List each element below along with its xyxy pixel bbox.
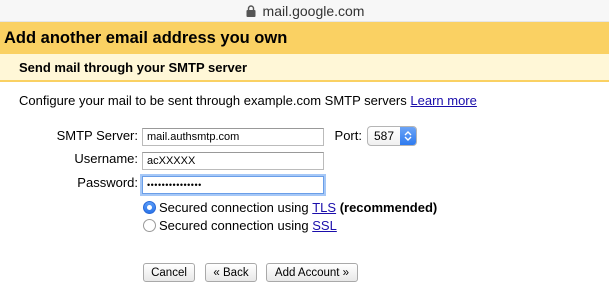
add-account-button[interactable]: Add Account »	[266, 263, 358, 282]
select-arrows-icon	[400, 127, 416, 145]
ssl-option[interactable]: Secured connection using SSL	[143, 218, 337, 233]
ssl-radio[interactable]	[143, 219, 156, 232]
cancel-button[interactable]: Cancel	[143, 263, 195, 282]
smtp-server-input[interactable]: mail.authsmtp.com	[142, 128, 324, 146]
ssl-label: Secured connection using	[159, 218, 309, 233]
username-label: Username:	[74, 151, 138, 166]
lock-icon	[246, 4, 256, 17]
password-label: Password:	[77, 175, 138, 190]
address-bar[interactable]: mail.google.com	[0, 0, 609, 22]
tls-label: Secured connection using	[159, 200, 309, 215]
description-text: Configure your mail to be sent through e…	[19, 93, 411, 108]
dialog-subtitle: Send mail through your SMTP server	[0, 54, 609, 82]
tls-link[interactable]: TLS	[312, 200, 336, 215]
port-select[interactable]: 587	[367, 126, 417, 146]
url-text: mail.google.com	[262, 2, 365, 19]
password-input[interactable]: •••••••••••••••	[142, 176, 324, 194]
dialog-title: Add another email address you own	[0, 22, 609, 54]
ssl-link[interactable]: SSL	[312, 218, 337, 233]
port-value: 587	[374, 129, 395, 143]
back-button[interactable]: « Back	[205, 263, 257, 282]
tls-option[interactable]: Secured connection using TLS (recommende…	[143, 200, 437, 215]
tls-radio[interactable]	[143, 201, 156, 214]
username-input[interactable]: acXXXXX	[142, 152, 324, 170]
smtp-server-label: SMTP Server:	[56, 128, 138, 143]
port-label: Port:	[334, 128, 362, 143]
description: Configure your mail to be sent through e…	[19, 93, 477, 108]
learn-more-link[interactable]: Learn more	[410, 93, 476, 108]
tls-recommended: (recommended)	[336, 200, 438, 215]
